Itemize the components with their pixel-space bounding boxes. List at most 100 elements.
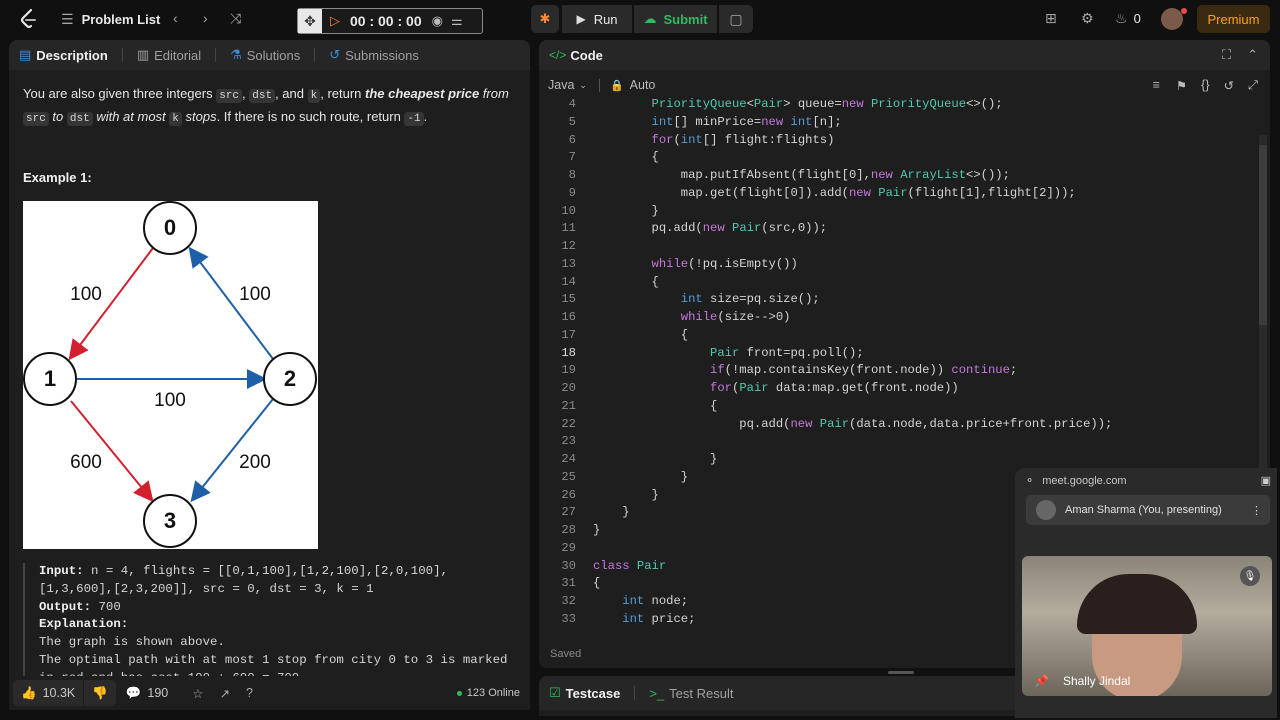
line-number: 19 [561, 363, 576, 378]
meet-overlay: ⚬ meet.google.com ▣ Aman Sharma (You, pr… [1015, 468, 1277, 718]
collapse-icon[interactable]: ⌃ [1247, 47, 1258, 63]
code-line[interactable]: 24 } [539, 451, 1239, 469]
desc-bold: the cheapest price [365, 86, 480, 101]
fullscreen-icon[interactable]: ⤢ [1248, 78, 1258, 93]
online-indicator: 123 Online [456, 687, 520, 699]
edge-1-3 [70, 400, 154, 503]
code-line[interactable]: 21 { [539, 398, 1239, 416]
share-icon[interactable]: ↗ [219, 686, 229, 701]
top-bar: ☰ Problem List ‹ › ⤨ ✥ ▷ 00 : 00 : 00 ◉ … [0, 0, 1280, 38]
left-tab-bar: ▤ Description ▥ Editorial ⚗ Solutions ↺ … [9, 40, 530, 70]
code-line[interactable]: 13 while(!pq.isEmpty()) [539, 256, 1239, 274]
submit-button[interactable]: ☁ Submit [634, 5, 717, 33]
code-line[interactable]: 19 if(!map.containsKey(front.node)) cont… [539, 362, 1239, 380]
eye-icon[interactable]: ◉ [432, 13, 443, 29]
code-line[interactable]: 12 [539, 238, 1239, 256]
streak-counter[interactable]: ♨ 0 [1115, 10, 1141, 27]
code-line[interactable]: 10 } [539, 203, 1239, 221]
expand-icon[interactable]: ⛶ [1222, 47, 1231, 63]
picture-in-picture-icon[interactable]: ▣ [1261, 474, 1271, 487]
notes-icon[interactable]: ▢ [719, 5, 753, 33]
desc-text: You are also given three integers [23, 86, 217, 101]
tab-submissions-label: Submissions [345, 47, 419, 63]
timer-settings-icon[interactable]: ⚌ [451, 13, 463, 29]
format-icon[interactable]: ≡ [1153, 78, 1160, 92]
line-number: 28 [561, 523, 576, 537]
code-line[interactable]: 7 { [539, 149, 1239, 167]
comments-button[interactable]: 💬 190 [126, 686, 168, 701]
run-button[interactable]: ▶ Run [562, 5, 632, 33]
code-line[interactable]: 22 pq.add(new Pair(data.node,data.price+… [539, 416, 1239, 434]
tab-solutions[interactable]: ⚗ Solutions [230, 47, 300, 63]
presenter-avatar [1036, 500, 1056, 520]
code-line[interactable]: 11 pq.add(new Pair(src,0)); [539, 220, 1239, 238]
code-line[interactable]: 9 map.get(flight[0]).add(new Pair(flight… [539, 185, 1239, 203]
play-timer-icon[interactable]: ▷ [330, 13, 340, 29]
line-number: 12 [561, 239, 576, 253]
user-avatar[interactable] [1161, 8, 1183, 30]
edge-label: 100 [154, 390, 186, 411]
leetcode-logo-icon[interactable] [18, 8, 38, 30]
like-button[interactable]: 👍 10.3K [13, 680, 84, 706]
shuffle-icon[interactable]: ⤨ [230, 10, 241, 27]
code-line[interactable]: 16 while(size-->0) [539, 309, 1239, 327]
code-text: class Pair [593, 558, 667, 573]
code-line[interactable]: 6 for(int[] flight:flights) [539, 132, 1239, 150]
tab-description[interactable]: ▤ Description [19, 47, 108, 63]
help-icon[interactable]: ? [246, 686, 253, 700]
settings-gear-icon[interactable]: ⚙ [1081, 10, 1094, 27]
debug-icon[interactable]: ✱ [531, 5, 559, 33]
explanation-line: The graph is shown above. [39, 635, 225, 650]
layout-grid-icon[interactable]: ⊞ [1045, 10, 1057, 27]
next-problem-icon[interactable]: › [203, 10, 208, 26]
tab-test-result-label: Test Result [669, 685, 734, 701]
dislike-button[interactable]: 👎 [84, 680, 116, 706]
line-number: 10 [561, 203, 576, 218]
problem-list-button[interactable]: ☰ Problem List [61, 11, 160, 28]
line-number: 6 [568, 132, 576, 147]
code-line[interactable]: 4 PriorityQueue<Pair> queue=new Priority… [539, 96, 1239, 114]
graph-node-1: 1 [23, 352, 77, 406]
more-options-icon[interactable]: ⋮ [1251, 504, 1262, 517]
tab-divider [215, 48, 217, 62]
tab-submissions[interactable]: ↺ Submissions [329, 47, 419, 63]
line-number: 8 [568, 168, 576, 182]
code-chip-neg1: -1 [404, 111, 424, 126]
language-select[interactable]: Java ⌄ [548, 78, 587, 92]
auto-mode-toggle[interactable]: 🔒 Auto [610, 78, 655, 92]
tab-editorial[interactable]: ▥ Editorial [137, 47, 201, 63]
panel-resize-handle[interactable] [888, 671, 914, 674]
code-line[interactable]: 8 map.putIfAbsent(flight[0],new ArrayLis… [539, 167, 1239, 185]
code-text: } [593, 452, 718, 466]
mic-muted-icon[interactable]: 🎙 [1240, 566, 1260, 586]
history-icon: ↺ [329, 47, 341, 62]
pin-icon[interactable]: 📌 [1034, 674, 1049, 688]
streak-value: 0 [1133, 11, 1141, 26]
reset-icon[interactable]: ↺ [1224, 78, 1234, 93]
braces-icon[interactable]: {} [1201, 78, 1209, 92]
code-line[interactable]: 18 Pair front=pq.poll(); [539, 345, 1239, 363]
code-line[interactable]: 15 int size=pq.size(); [539, 291, 1239, 309]
scrollbar-thumb[interactable] [1259, 145, 1267, 325]
code-text: int size=pq.size(); [680, 292, 820, 307]
star-icon[interactable]: ☆ [192, 686, 203, 701]
code-text: PriorityQueue<Pair> queue=new PriorityQu… [651, 97, 1003, 111]
line-number: 20 [561, 381, 576, 395]
toolbar-divider [598, 78, 600, 92]
tab-testcase[interactable]: ☑ Testcase [549, 685, 620, 701]
code-line[interactable]: 14 { [539, 274, 1239, 292]
drag-handle-icon[interactable]: ✥ [298, 9, 322, 33]
code-line[interactable]: 17 { [539, 327, 1239, 345]
code-line[interactable]: 20 for(Pair data:map.get(front.node)) [539, 380, 1239, 398]
premium-button[interactable]: Premium [1197, 5, 1270, 33]
code-line[interactable]: 5 int[] minPrice=new int[n]; [539, 114, 1239, 132]
example-title: Example 1: [23, 170, 92, 185]
meet-url-bar: ⚬ meet.google.com [1025, 474, 1127, 488]
edge-label: 100 [239, 284, 271, 305]
bookmark-icon[interactable]: ⚑ [1176, 78, 1187, 93]
run-label: Run [593, 11, 618, 27]
example-io-block: Input: n = 4, flights = [[0,1,100],[1,2,… [23, 563, 518, 688]
prev-problem-icon[interactable]: ‹ [173, 10, 178, 26]
tab-test-result[interactable]: >_ Test Result [649, 686, 733, 701]
code-line[interactable]: 23 [539, 433, 1239, 451]
